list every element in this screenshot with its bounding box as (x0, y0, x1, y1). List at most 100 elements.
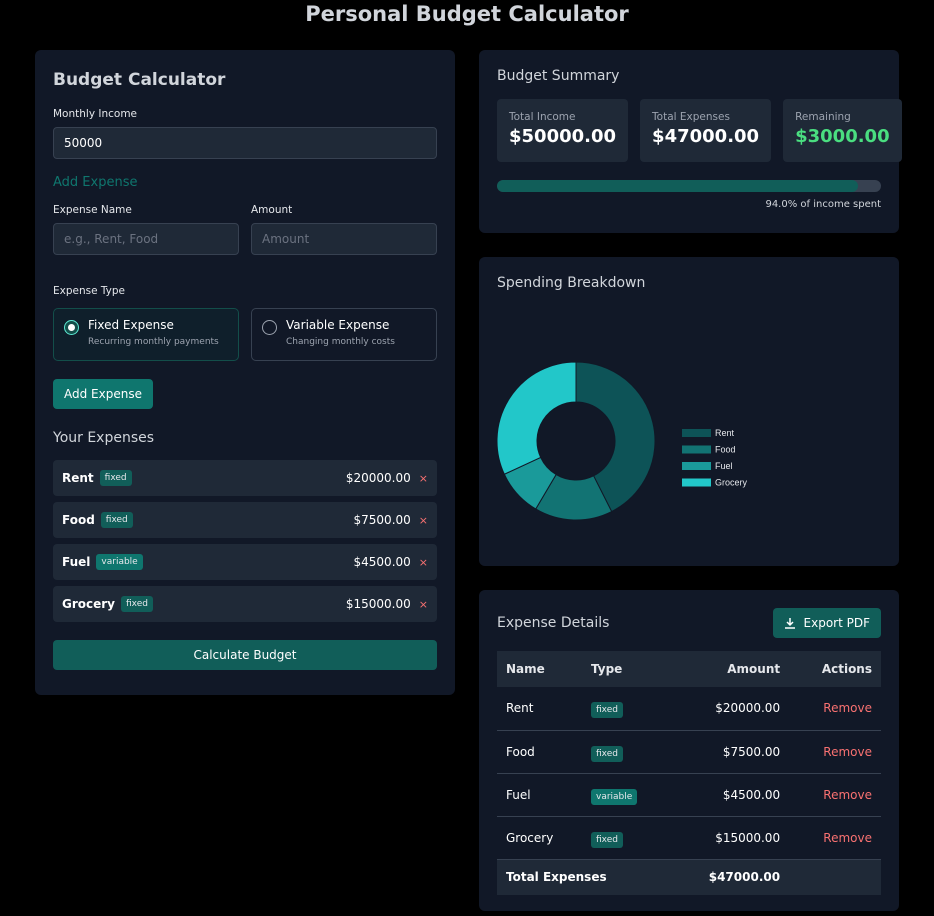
expense-type-badge: fixed (100, 512, 133, 528)
total-value: $47000.00 (668, 859, 790, 895)
row-name: Food (497, 730, 582, 774)
table-row: Fuel variable $4500.00 Remove (497, 773, 881, 817)
expense-details-table: Name Type Amount Actions Rent fixed $20000… (497, 651, 881, 895)
expense-amount: $4500.00 (353, 555, 411, 569)
remove-link[interactable]: Remove (789, 730, 881, 774)
spent-progress-bar (497, 180, 881, 192)
expense-name: Food (62, 513, 95, 527)
expense-type-badge: variable (96, 554, 143, 570)
variable-expense-sub: Changing monthly costs (286, 337, 395, 347)
export-pdf-button[interactable]: Export PDF (772, 608, 881, 638)
total-expenses-label: Total Expenses (652, 111, 730, 123)
table-row: Food fixed $7500.00 Remove (497, 730, 881, 774)
your-expenses-heading: Your Expenses (53, 430, 155, 446)
monthly-income-input[interactable] (53, 127, 437, 159)
expense-name: Rent (62, 471, 94, 485)
expense-type-label: Expense Type (53, 285, 126, 297)
legend-label[interactable]: Grocery (715, 478, 748, 488)
remove-expense-icon[interactable]: × (419, 556, 428, 569)
details-title: Expense Details (497, 615, 610, 631)
total-income-stat: Total Income $50000.00 (497, 99, 629, 162)
legend-label[interactable]: Fuel (715, 461, 733, 471)
fixed-expense-title: Fixed Expense (88, 318, 174, 332)
expense-list: Rent fixed $20000.00 × Food fixed $7500.00 × Fue… (53, 460, 437, 622)
expense-amount: $7500.00 (353, 513, 411, 527)
expense-type-badge: fixed (99, 470, 132, 486)
spending-donut-chart: Rent Food Fuel Grocery (496, 361, 748, 521)
remove-expense-icon[interactable]: × (419, 598, 428, 611)
remove-link[interactable]: Remove (789, 687, 881, 731)
col-name: Name (497, 651, 582, 687)
row-type-badge: fixed (591, 702, 623, 719)
row-type-badge: variable (591, 788, 638, 805)
legend-swatch (682, 429, 711, 437)
expense-item: Fuel variable $4500.00 × (53, 544, 437, 580)
col-actions: Actions (789, 651, 881, 687)
expense-amount: $20000.00 (345, 471, 411, 485)
row-amount: $7500.00 (668, 730, 790, 774)
total-expenses-stat: Total Expenses $47000.00 (640, 99, 772, 162)
export-pdf-label: Export PDF (803, 616, 870, 630)
total-income-value: $50000.00 (509, 126, 617, 147)
expense-name-label: Expense Name (53, 204, 132, 216)
row-amount: $20000.00 (668, 687, 790, 731)
row-type-badge: fixed (591, 831, 623, 848)
add-expense-button[interactable]: Add Expense (53, 379, 153, 409)
remove-link[interactable]: Remove (789, 773, 881, 817)
expense-item: Rent fixed $20000.00 × (53, 460, 437, 496)
radio-checked-icon (64, 320, 79, 335)
row-name: Fuel (497, 773, 582, 817)
income-label: Monthly Income (53, 108, 138, 120)
table-row: Rent fixed $20000.00 Remove (497, 687, 881, 731)
fixed-expense-radio[interactable]: Fixed Expense Recurring monthly payments (53, 308, 239, 361)
legend-label[interactable]: Rent (715, 428, 735, 438)
col-amount: Amount (668, 651, 790, 687)
col-type: Type (582, 651, 669, 687)
expense-item: Grocery fixed $15000.00 × (53, 586, 437, 622)
expense-type-badge: fixed (121, 596, 153, 612)
spending-breakdown-card: Spending Breakdown Rent Food Fuel Grocery (479, 257, 899, 566)
expense-name: Grocery (62, 597, 116, 611)
remove-link[interactable]: Remove (789, 816, 881, 860)
total-label: Total Expenses (497, 859, 669, 895)
table-row: Grocery fixed $15000.00 Remove (497, 816, 881, 860)
breakdown-title: Spending Breakdown (497, 275, 646, 291)
legend-label[interactable]: Food (715, 445, 736, 455)
calculate-budget-button[interactable]: Calculate Budget (53, 640, 437, 670)
remaining-stat: Remaining $3000.00 (783, 99, 902, 162)
row-type-badge: fixed (591, 745, 623, 762)
amount-input[interactable] (251, 223, 437, 255)
add-expense-heading: Add Expense (53, 175, 138, 190)
expense-amount: $15000.00 (345, 597, 411, 611)
legend-swatch (682, 478, 711, 487)
summary-title: Budget Summary (497, 68, 620, 84)
spent-progress-fill (497, 180, 858, 192)
variable-expense-radio[interactable]: Variable Expense Changing monthly costs (251, 308, 437, 361)
legend-swatch (682, 462, 711, 470)
expense-item: Food fixed $7500.00 × (53, 502, 437, 538)
remove-expense-icon[interactable]: × (419, 472, 428, 485)
row-amount: $4500.00 (668, 773, 790, 817)
total-expenses-value: $47000.00 (652, 126, 760, 147)
row-name: Grocery (497, 816, 582, 860)
amount-label: Amount (251, 204, 293, 216)
variable-expense-title: Variable Expense (286, 318, 390, 332)
row-name: Rent (497, 687, 582, 731)
expense-details-card: Expense Details Export PDF Name Type Amo… (479, 590, 899, 911)
budget-summary-card: Budget Summary Total Income $50000.00 Tot… (479, 50, 902, 233)
row-amount: $15000.00 (668, 816, 790, 860)
expense-name-input[interactable] (53, 223, 239, 255)
download-icon (784, 618, 795, 629)
remaining-value: $3000.00 (795, 126, 890, 147)
calculator-title: Budget Calculator (53, 70, 226, 90)
donut-slice-grocery[interactable] (496, 361, 577, 475)
page-title: Personal Budget Calculator (305, 2, 629, 26)
legend-swatch (682, 445, 711, 454)
radio-unchecked-icon (262, 320, 277, 335)
remaining-label: Remaining (795, 111, 851, 123)
remove-expense-icon[interactable]: × (419, 514, 428, 527)
expense-name: Fuel (62, 555, 91, 569)
budget-calculator-card: Budget Calculator Monthly Income Add Exp… (35, 50, 455, 695)
spent-percent-text: 94.0% of income spent (765, 199, 881, 210)
fixed-expense-sub: Recurring monthly payments (88, 337, 219, 347)
